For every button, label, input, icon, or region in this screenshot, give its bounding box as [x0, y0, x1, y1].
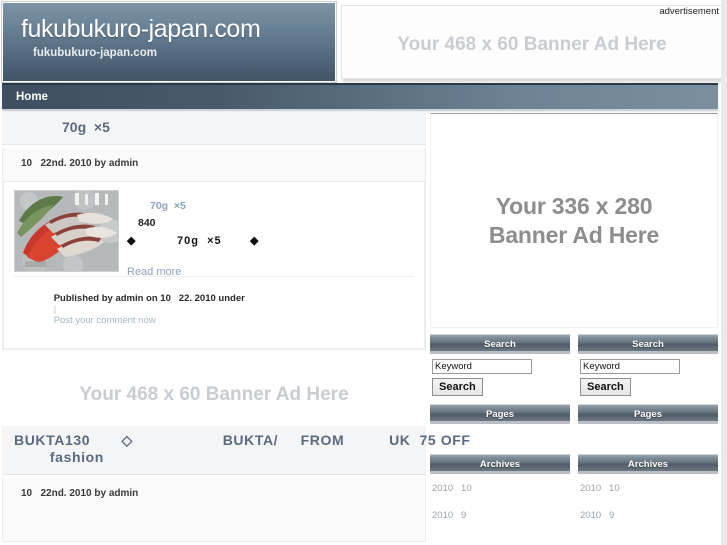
widget-title-search: Search	[578, 334, 718, 354]
search-input[interactable]	[580, 359, 680, 374]
page-root: fukubukuro-japan.com fukubukuro-japan.co…	[0, 0, 727, 545]
post-article: BUKTA130 ◇ BUKTA/ FROM UK 75 OFF fashion…	[2, 426, 470, 542]
header-region: fukubukuro-japan.com fukubukuro-japan.co…	[0, 0, 727, 84]
search-button[interactable]: Search	[432, 378, 483, 396]
mid-banner-ad-text: Your 468 x 60 Banner Ad Here	[79, 384, 349, 405]
sidebar: Your 336 x 280 Banner Ad Here Search Sea…	[430, 113, 720, 532]
widget-body-search: Search	[578, 354, 718, 398]
post-title-bar: BUKTA130 ◇ BUKTA/ FROM UK 75 OFF fashion	[2, 426, 470, 475]
widget-pages: Pages	[578, 404, 718, 448]
excerpt-line-3: ◆ 70g ×5 ◆	[127, 235, 260, 247]
archive-link[interactable]: 2010 10	[580, 483, 620, 494]
archive-link[interactable]: 2010 9	[432, 510, 466, 521]
post-meta-separator: |	[53, 304, 57, 315]
excerpt-price: 840	[138, 217, 156, 229]
post-date: 10 22nd. 2010 by admin	[21, 488, 139, 499]
widget-archives: Archives 2010 10 2010 9	[578, 454, 718, 523]
site-title: fukubukuro-japan.com	[21, 15, 261, 43]
widget-search: Search Search	[430, 334, 570, 398]
post-date: 10 22nd. 2010 by admin	[21, 158, 139, 169]
top-banner-ad-text: Your 468 x 60 Banner Ad Here	[397, 34, 667, 55]
archives-list: 2010 10 2010 9	[578, 474, 718, 523]
post-container: 10 22nd. 2010 by admin	[2, 148, 426, 350]
list-item: 2010 10	[580, 478, 718, 496]
advertisement-label: advertisement	[659, 6, 719, 17]
sidebar-column-2: Search Search Pages Archives 2010 10 201…	[578, 334, 718, 532]
excerpt-line-1: 70g ×5	[150, 200, 186, 212]
post-meta: Published by admin on 10 22. 2010 under …	[14, 276, 414, 342]
main-content-column: 70g ×5 10 22nd. 2010 by admin 70g ×5 840…	[2, 113, 470, 542]
post-title[interactable]: BUKTA130 ◇ BUKTA/ FROM UK 75 OFF fashion	[2, 432, 470, 466]
post-title-bar: 70g ×5	[2, 113, 426, 145]
widget-title-pages: Pages	[578, 404, 718, 424]
read-more-link[interactable]: Read more	[127, 266, 181, 278]
post-title[interactable]: 70g ×5	[2, 119, 426, 136]
widget-title-archives: Archives	[430, 454, 570, 474]
mid-banner-ad[interactable]: Your 468 x 60 Banner Ad Here	[2, 364, 426, 426]
post-comment-link[interactable]: Post your comment now	[54, 315, 156, 326]
main-navigation: Home	[2, 83, 718, 109]
site-header-banner: fukubukuro-japan.com fukubukuro-japan.co…	[2, 2, 336, 82]
sidebar-column-1: Search Search Pages Archives 2010 10 201…	[430, 334, 570, 532]
post-article: 70g ×5 10 22nd. 2010 by admin 70g ×5 840…	[2, 113, 426, 350]
widget-title-search: Search	[430, 334, 570, 354]
sidebar-banner-ad[interactable]: Your 336 x 280 Banner Ad Here	[430, 113, 718, 328]
widget-title-archives: Archives	[578, 454, 718, 474]
top-banner-ad[interactable]: advertisement Your 468 x 60 Banner Ad He…	[341, 5, 723, 79]
search-button[interactable]: Search	[580, 378, 631, 396]
widget-pages: Pages	[430, 404, 570, 448]
sidebar-widget-columns: Search Search Pages Archives 2010 10 201…	[430, 334, 720, 532]
site-tagline: fukubukuro-japan.com	[33, 47, 157, 59]
list-item: 2010 9	[432, 505, 570, 523]
widget-search: Search Search	[578, 334, 718, 398]
nav-item-home[interactable]: Home	[16, 91, 48, 103]
post-meta-published: Published by admin on 10 22. 2010 under	[53, 293, 245, 304]
sidebar-banner-ad-text: Your 336 x 280 Banner Ad Here	[488, 192, 660, 248]
post-container: 10 22nd. 2010 by admin	[2, 478, 426, 542]
page-right-gutter	[721, 0, 727, 545]
widget-title-pages: Pages	[430, 404, 570, 424]
archives-list: 2010 10 2010 9	[430, 474, 570, 523]
archive-link[interactable]: 2010 9	[580, 510, 614, 521]
list-item: 2010 10	[432, 478, 570, 496]
widget-body-search: Search	[430, 354, 570, 398]
search-input[interactable]	[432, 359, 532, 374]
widget-archives: Archives 2010 10 2010 9	[430, 454, 570, 523]
post-excerpt: 70g ×5 840 ◆ 70g ×5 ◆ Read more	[14, 190, 414, 278]
list-item: 2010 9	[580, 505, 718, 523]
post-body: 70g ×5 840 ◆ 70g ×5 ◆ Read more Publishe…	[3, 181, 425, 349]
archive-link[interactable]: 2010 10	[432, 483, 472, 494]
